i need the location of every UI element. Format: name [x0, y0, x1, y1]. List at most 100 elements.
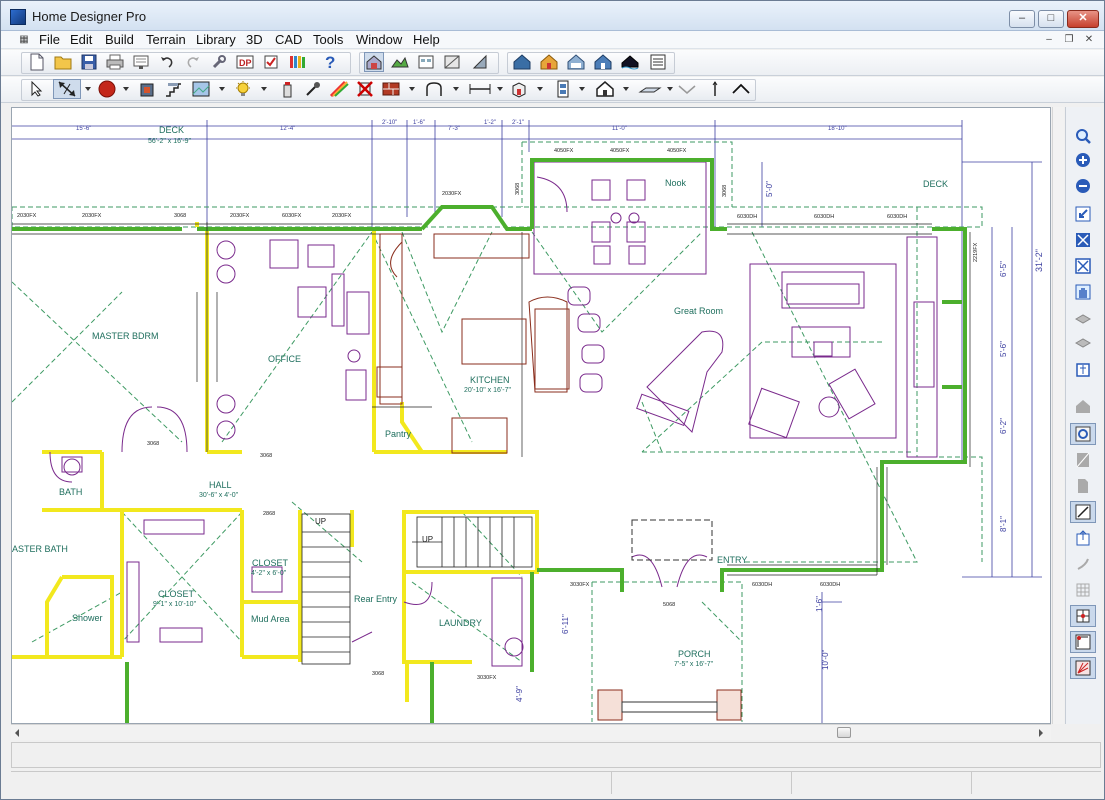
mdi-minimize-button[interactable]: –	[1041, 33, 1057, 47]
open-folder-icon[interactable]	[53, 52, 73, 72]
minimize-button[interactable]: –	[1009, 10, 1035, 28]
terrain-view-icon[interactable]	[390, 52, 410, 72]
menu-tools[interactable]: Tools	[313, 32, 343, 47]
undo-zoom-icon[interactable]	[1070, 203, 1096, 225]
draw-line-icon[interactable]	[1070, 501, 1096, 523]
help-icon[interactable]: ?	[321, 52, 341, 72]
edit-handle-icon[interactable]	[53, 79, 81, 99]
select-arrow-icon[interactable]	[27, 79, 47, 99]
slab-icon[interactable]	[637, 79, 663, 99]
floor-plan-canvas[interactable]: 15'-6" 12'-4" 2'-10" 1'-6" 7'-3" 1'-2" 2…	[11, 107, 1051, 724]
checklist-icon[interactable]	[261, 52, 281, 72]
pan-hand-icon[interactable]	[1070, 281, 1096, 303]
rotate-view-icon[interactable]	[1070, 423, 1096, 445]
new-file-icon[interactable]	[27, 52, 47, 72]
menu-help[interactable]: Help	[413, 32, 440, 47]
menu-terrain[interactable]: Terrain	[146, 32, 186, 47]
edit-dropdown-icon[interactable]	[85, 87, 91, 91]
doll-house-icon[interactable]	[539, 52, 559, 72]
floor-plan-view-icon[interactable]	[364, 52, 384, 72]
swap-floor-icon[interactable]	[1070, 359, 1096, 381]
zoom-out-icon[interactable]	[1070, 175, 1096, 197]
menu-edit[interactable]: Edit	[70, 32, 92, 47]
fill-window-icon[interactable]	[1070, 229, 1096, 251]
vertical-line-icon[interactable]	[705, 79, 725, 99]
brick-wall-icon[interactable]	[381, 79, 401, 99]
schedule-icon[interactable]	[553, 79, 573, 99]
object-snap-icon[interactable]	[1070, 657, 1096, 679]
window-tool-icon[interactable]	[191, 79, 211, 99]
layer-up-icon[interactable]	[1070, 333, 1096, 355]
material-painter-icon[interactable]	[329, 79, 349, 99]
snap-grid-icon[interactable]	[1070, 605, 1096, 627]
undo-icon[interactable]	[157, 52, 177, 72]
camera-3d-icon[interactable]	[512, 52, 532, 72]
spray-can-icon[interactable]	[277, 79, 297, 99]
close-button[interactable]: ✕	[1067, 10, 1099, 28]
angle-snap-icon[interactable]	[1070, 631, 1096, 653]
page-setup-icon[interactable]: DP	[235, 52, 255, 72]
light-dropdown-icon[interactable]	[261, 87, 267, 91]
document-gray-icon[interactable]	[1070, 475, 1096, 497]
house-gray-icon[interactable]	[1070, 395, 1096, 417]
export-icon[interactable]	[1070, 527, 1096, 549]
box-3d-icon[interactable]	[509, 79, 529, 99]
slab-dropdown-icon[interactable]	[667, 87, 673, 91]
callout-23: 6030DH	[752, 582, 772, 588]
grid-icon[interactable]	[1070, 579, 1096, 601]
delete-object-icon[interactable]	[355, 79, 375, 99]
dimension-dropdown-icon[interactable]	[497, 87, 503, 91]
mdi-close-button[interactable]: ✕	[1081, 33, 1097, 47]
elevation-view-icon[interactable]	[416, 52, 436, 72]
chevron-up-tool-icon[interactable]	[731, 79, 751, 99]
spiral-icon[interactable]	[1070, 553, 1096, 575]
redo-icon[interactable]	[183, 52, 203, 72]
print-preview-icon[interactable]	[131, 52, 151, 72]
tools-wrench-icon[interactable]	[209, 52, 229, 72]
fill-all-floors-icon[interactable]	[1070, 255, 1096, 277]
eyedropper-icon[interactable]	[303, 79, 323, 99]
house-dropdown-icon[interactable]	[623, 87, 629, 91]
schedule-dropdown-icon[interactable]	[579, 87, 585, 91]
light-bulb-icon[interactable]	[233, 79, 253, 99]
glass-house-icon[interactable]	[620, 52, 640, 72]
print-icon[interactable]	[105, 52, 125, 72]
menu-3d[interactable]: 3D	[246, 32, 263, 47]
arc-line-icon[interactable]	[423, 79, 449, 99]
window-dropdown-icon[interactable]	[219, 87, 225, 91]
menu-window[interactable]: Window	[356, 32, 402, 47]
maximize-button[interactable]: □	[1038, 10, 1064, 28]
save-icon[interactable]	[79, 52, 99, 72]
vertical-scrollbar[interactable]	[1052, 107, 1064, 724]
dimension-line-icon[interactable]	[467, 79, 493, 99]
arc-dropdown-icon[interactable]	[453, 87, 459, 91]
cabinet-icon[interactable]	[137, 79, 157, 99]
page-icon[interactable]	[1070, 449, 1096, 471]
layer-down-icon[interactable]	[1070, 307, 1096, 329]
zoom-in-icon[interactable]	[1070, 149, 1096, 171]
perspective-icon[interactable]	[593, 52, 613, 72]
chevron-down-tool-icon[interactable]	[677, 79, 697, 99]
materials-list-icon[interactable]	[648, 52, 668, 72]
house-outline-icon[interactable]	[595, 79, 615, 99]
object-dropdown-icon[interactable]	[123, 87, 129, 91]
mdi-restore-button[interactable]: ❐	[1061, 33, 1077, 47]
scroll-right-icon[interactable]	[1039, 729, 1043, 737]
wall-dropdown-icon[interactable]	[409, 87, 415, 91]
plan-drafting-icon[interactable]	[471, 52, 491, 72]
library-books-icon[interactable]	[287, 52, 307, 72]
menu-cad[interactable]: CAD	[275, 32, 302, 47]
cross-section-icon[interactable]	[442, 52, 462, 72]
horizontal-scrollbar[interactable]	[11, 724, 1051, 740]
menu-build[interactable]: Build	[105, 32, 134, 47]
zoom-icon[interactable]	[1070, 125, 1096, 147]
horizontal-scroll-thumb[interactable]	[837, 727, 851, 738]
menu-library[interactable]: Library	[196, 32, 236, 47]
scroll-left-icon[interactable]	[15, 729, 19, 737]
document-icon[interactable]: ▦	[16, 33, 32, 47]
stairs-icon[interactable]	[163, 79, 183, 99]
object-circle-icon[interactable]	[97, 79, 117, 99]
overview-icon[interactable]	[566, 52, 586, 72]
menu-file[interactable]: File	[39, 32, 60, 47]
box-dropdown-icon[interactable]	[537, 87, 543, 91]
